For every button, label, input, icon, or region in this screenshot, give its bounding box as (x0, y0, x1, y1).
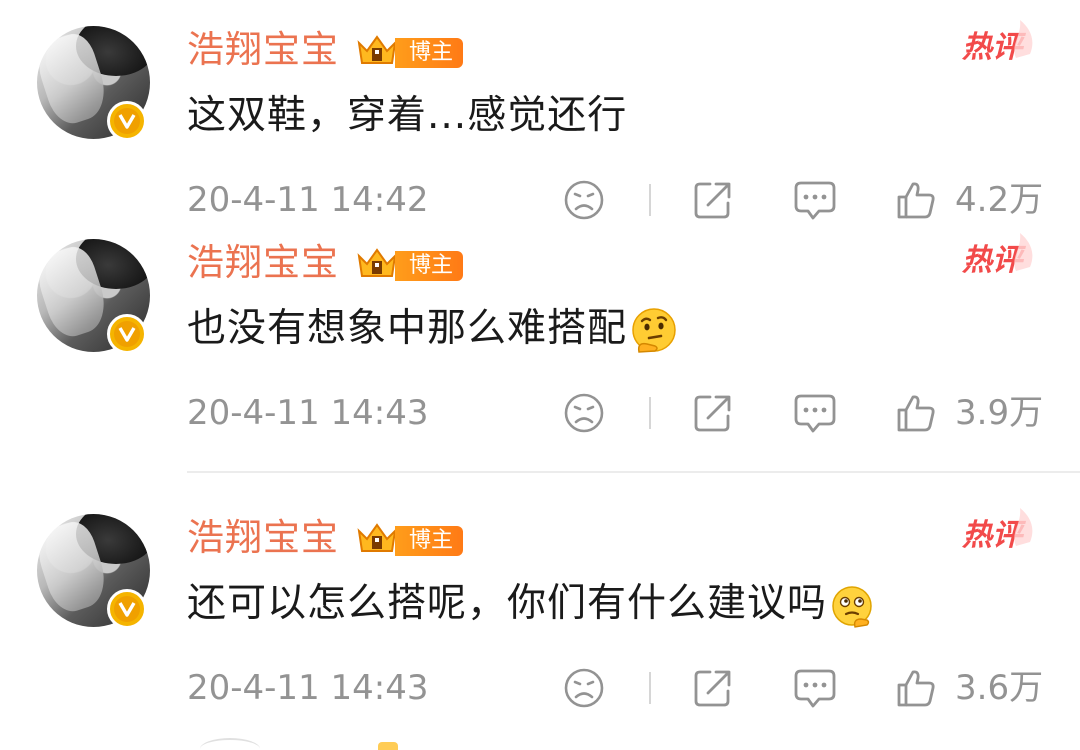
next-item-avatar-edge (200, 738, 260, 750)
crown-icon (357, 35, 397, 64)
thumbs-up-icon (897, 670, 935, 707)
reply-button[interactable] (793, 668, 837, 708)
comment-text: 也没有想象中那么难搭配 (187, 301, 679, 357)
dislike-button[interactable] (563, 393, 605, 433)
thinking-face-emoji-icon (632, 307, 676, 353)
comment-item: 浩翔宝宝 博主 热评 这双鞋，穿着...感觉还行 20-4-11 14:42 4… (0, 0, 1080, 240)
crown-icon (357, 248, 397, 277)
flame-icon (1014, 508, 1033, 546)
sad-face-icon (564, 393, 604, 433)
comment-feed: 浩翔宝宝 博主 热评 这双鞋，穿着...感觉还行 20-4-11 14:42 4… (0, 0, 1080, 750)
like-button[interactable]: 3.9万 (895, 393, 1043, 433)
comment-icon (794, 394, 836, 433)
username[interactable]: 浩翔宝宝 (187, 515, 339, 561)
reply-button[interactable] (793, 393, 837, 433)
like-count: 3.9万 (955, 393, 1044, 433)
share-icon (694, 670, 731, 707)
verified-badge-icon (107, 314, 147, 354)
thumbs-up-icon (897, 395, 935, 432)
divider (187, 471, 1080, 473)
crown-icon (357, 523, 397, 552)
username[interactable]: 浩翔宝宝 (187, 27, 339, 73)
like-button[interactable]: 3.6万 (895, 668, 1043, 708)
like-count: 3.6万 (955, 668, 1044, 708)
comment-item: 浩翔宝宝 博主 热评 也没有想象中那么难搭配 20-4-11 14:43 3.9… (0, 213, 1080, 453)
comment-icon (794, 669, 836, 708)
separator (649, 672, 651, 704)
role-tag: 博主 (395, 251, 464, 281)
comment-text: 还可以怎么搭呢，你们有什么建议吗 (187, 576, 875, 632)
timestamp: 20-4-11 14:43 (187, 393, 429, 433)
share-button[interactable] (692, 393, 734, 433)
comment-item: 浩翔宝宝 博主 热评 还可以怎么搭呢，你们有什么建议吗 20-4-11 14:4… (0, 488, 1080, 728)
dislike-button[interactable] (563, 668, 605, 708)
share-button[interactable] (692, 668, 734, 708)
next-item-crown-edge (378, 742, 398, 750)
separator (649, 397, 651, 429)
comment-text: 这双鞋，穿着...感觉还行 (187, 93, 628, 138)
separator (649, 184, 651, 216)
pondering-face-emoji-icon (832, 585, 872, 628)
role-tag: 博主 (395, 526, 464, 556)
flame-icon (1014, 233, 1033, 271)
flame-icon (1014, 20, 1033, 58)
timestamp: 20-4-11 14:43 (187, 668, 429, 708)
sad-face-icon (564, 668, 604, 708)
username[interactable]: 浩翔宝宝 (187, 240, 339, 286)
role-tag: 博主 (395, 38, 464, 68)
verified-badge-icon (107, 101, 147, 141)
share-icon (694, 395, 731, 432)
verified-badge-icon (107, 589, 147, 629)
